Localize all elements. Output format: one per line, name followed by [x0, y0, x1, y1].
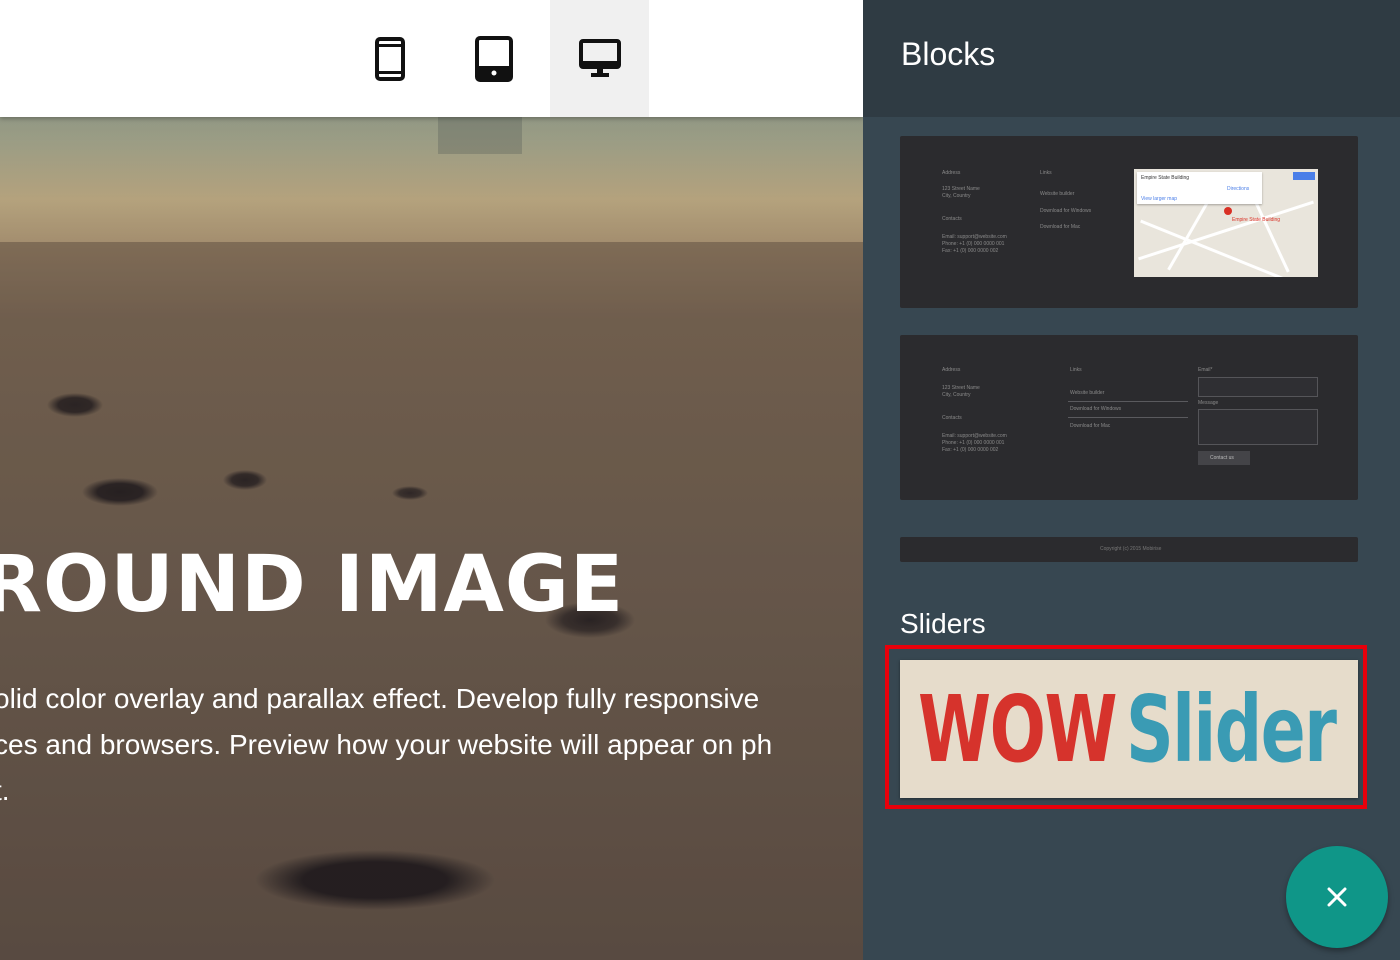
block-thumbnail-copyright[interactable]: Copyright (c) 2015 Mobirise: [900, 537, 1358, 562]
map-marker-label: Empire State Building: [1232, 217, 1281, 223]
wow-slider-logo-word2: Slider: [1126, 675, 1337, 783]
desktop-monitor-icon: [578, 38, 621, 77]
hero-text: olid color overlay and parallax effect. …: [0, 676, 863, 814]
thumb-text: Fax: +1 (0) 000 0000 002: [942, 447, 999, 453]
wow-slider-block-thumbnail[interactable]: WOW Slider: [900, 660, 1358, 798]
thumb-text: Message: [1198, 400, 1219, 406]
thumb-text: Links: [1070, 367, 1082, 373]
close-icon: [1327, 887, 1347, 907]
tablet-icon: [474, 35, 513, 82]
hero-sky-band: [0, 117, 863, 242]
block-thumbnail-footer-map[interactable]: Address 123 Street Name City, Country Co…: [900, 136, 1358, 308]
map-directions: Directions: [1227, 186, 1250, 192]
hero-title: ROUND IMAGE: [0, 540, 625, 630]
thumb-text: Website builder: [1040, 191, 1075, 197]
block-handle[interactable]: [438, 117, 522, 154]
hero-text-line-2: ces and browsers. Preview how your websi…: [0, 729, 773, 760]
thumb-text: City, Country: [942, 193, 971, 199]
thumb-text: Download for Windows: [1070, 406, 1122, 412]
map-pin-icon: [1224, 207, 1232, 215]
map-preview: Empire State Building View larger map Di…: [1134, 169, 1318, 277]
desktop-view-button[interactable]: [550, 0, 649, 117]
map-info-card: Empire State Building View larger map Di…: [1137, 172, 1262, 204]
thumb-text: Phone: +1 (0) 000 0000 001: [942, 241, 1005, 247]
wow-slider-logo-word1: WOW: [917, 675, 1118, 783]
panel-title: Blocks: [901, 36, 996, 72]
block-thumbnail-footer-form[interactable]: Address 123 Street Name City, Country Co…: [900, 335, 1358, 500]
site-preview: ROUND IMAGE olid color overlay and paral…: [0, 0, 863, 960]
close-panel-button[interactable]: [1286, 846, 1388, 948]
thumb-email-field: [1198, 377, 1318, 397]
thumb-text: Address: [942, 367, 961, 373]
thumb-text: City, Country: [942, 392, 971, 398]
thumb-divider: [1068, 417, 1188, 418]
thumb-text: 123 Street Name: [942, 186, 980, 192]
thumb-text: Links: [1040, 170, 1052, 176]
device-toolbar: [0, 0, 863, 117]
thumb-text: Contacts: [942, 415, 962, 421]
thumb-text: Copyright (c) 2015 Mobirise: [1100, 546, 1162, 552]
thumb-message-field: [1198, 409, 1318, 445]
thumb-text: Fax: +1 (0) 000 0000 002: [942, 248, 999, 254]
sliders-section-label: Sliders: [900, 608, 986, 639]
thumb-text: Download for Windows: [1040, 208, 1092, 214]
map-badge: [1293, 172, 1315, 180]
thumb-text: Email: support@website.com: [942, 234, 1007, 240]
thumb-text: Contacts: [942, 216, 962, 222]
thumb-text: Address: [942, 170, 961, 176]
map-place: Empire State Building: [1141, 175, 1190, 181]
map-link: View larger map: [1141, 196, 1178, 202]
thumb-text: Email*: [1198, 367, 1213, 373]
blocks-panel: Blocks Address 123 Street Name City, Cou…: [863, 0, 1400, 960]
tablet-view-button[interactable]: [444, 0, 543, 117]
thumb-text: 123 Street Name: [942, 385, 980, 391]
thumb-text: Download for Mac: [1070, 423, 1111, 429]
panel-header: Blocks: [863, 0, 1400, 117]
thumb-text: Website builder: [1070, 390, 1105, 396]
phone-icon: [374, 36, 405, 81]
thumb-divider: [1068, 401, 1188, 402]
thumb-text: Email: support@website.com: [942, 433, 1007, 439]
hero-text-line-1: olid color overlay and parallax effect. …: [0, 683, 760, 714]
thumb-text: Download for Mac: [1040, 224, 1081, 230]
mobile-view-button[interactable]: [340, 0, 439, 117]
thumb-text: Phone: +1 (0) 000 0000 001: [942, 440, 1005, 446]
thumb-contact-button: Contact us: [1198, 451, 1250, 465]
hero-text-line-3: t.: [0, 775, 10, 806]
thumb-text: Contact us: [1210, 455, 1234, 461]
